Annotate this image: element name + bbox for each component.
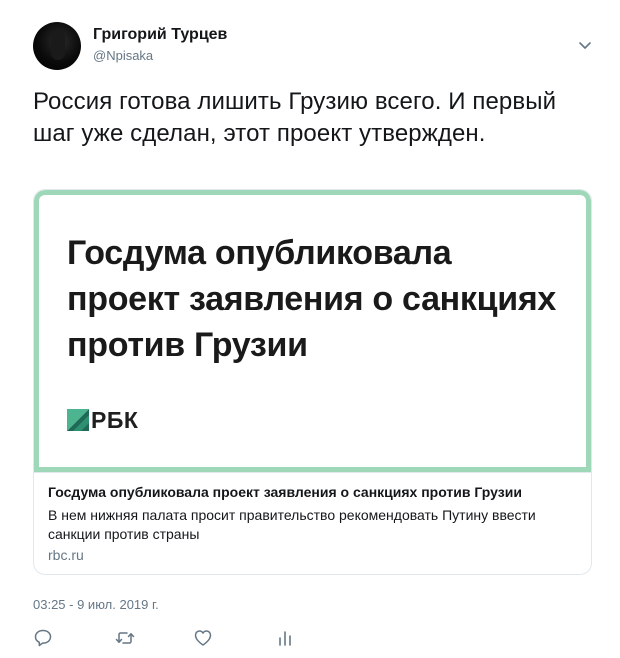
card-title[interactable]: Госдума опубликовала проект заявления о … [48,484,522,500]
avatar[interactable] [33,22,81,70]
card-divider [34,472,591,473]
analytics-icon[interactable] [275,628,295,648]
link-card[interactable]: Госдума опубликовала проект заявления о … [33,189,592,575]
card-image-headline: Госдума опубликовала проект заявления о … [67,234,556,364]
like-icon[interactable] [193,628,213,648]
author-name[interactable]: Григорий Турцев [93,26,227,44]
card-description: В нем нижняя палата просит правительство… [48,507,536,542]
card-domain[interactable]: rbc.ru [48,547,84,563]
rbc-logo-icon [67,409,89,431]
timestamp[interactable]: 03:25 - 9 июл. 2019 г. [33,597,159,612]
reply-icon[interactable] [33,628,53,648]
card-image: Госдума опубликовала проект заявления о … [34,190,591,472]
rbc-logo-text: РБК [91,406,139,433]
tweet-text: Россия готова лишить Грузию всего. И пер… [33,88,557,147]
chevron-down-icon[interactable] [578,38,592,52]
retweet-icon[interactable] [115,628,135,648]
rbc-logo: РБК [67,406,139,433]
author-handle[interactable]: @Npisaka [93,48,153,63]
